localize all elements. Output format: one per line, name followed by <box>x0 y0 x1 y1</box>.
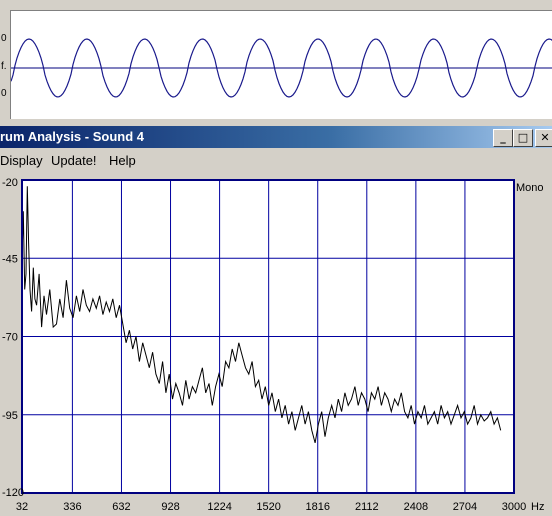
channel-label: Mono <box>516 182 544 194</box>
menu-display[interactable]: Display <box>0 153 43 168</box>
x-tick-label: 2112 <box>355 501 379 513</box>
waveform-plot <box>10 38 552 98</box>
x-tick-label: 3000 <box>502 501 526 513</box>
x-tick-label: 1224 <box>207 501 231 513</box>
y-tick-label: -45 <box>2 253 18 265</box>
spectrum-chart: -20 -45 -70 -95 -120 32 336 632 928 1224 1520 1816… <box>2 177 544 513</box>
x-tick-label: 1816 <box>305 501 329 513</box>
maximize-button[interactable]: □ <box>513 129 533 147</box>
y-tick-label: -95 <box>2 410 18 422</box>
x-tick-label: 2408 <box>404 501 428 513</box>
x-tick-label: 1520 <box>256 501 280 513</box>
waveform-ytick-top: 0 <box>1 33 7 44</box>
y-tick-label: -70 <box>2 332 18 344</box>
menu-update[interactable]: Update! <box>51 153 97 168</box>
waveform-window: 0 f. 0 <box>0 0 552 124</box>
x-axis-ticks: 32 336 632 928 1224 1520 1816 2112 2408 2704 3000 <box>16 501 526 513</box>
menu-help[interactable]: Help <box>109 153 136 168</box>
x-tick-label: 2704 <box>453 501 477 513</box>
spectrum-window: rum Analysis - Sound 4 _ □ ✕ Display Upd… <box>0 126 552 516</box>
menu-bar: Display Update! Help <box>0 150 552 170</box>
window-title: rum Analysis - Sound 4 <box>0 129 144 144</box>
close-button[interactable]: ✕ <box>535 129 552 147</box>
waveform-ytick-bottom: 0 <box>1 88 7 99</box>
waveform-ytick-mid: f. <box>1 61 7 72</box>
minimize-button[interactable]: _ <box>493 129 513 147</box>
waveform-panel <box>10 10 552 119</box>
x-axis-unit-label: Hz <box>531 501 544 513</box>
y-tick-label: -120 <box>2 487 24 499</box>
x-tick-label: 32 <box>16 501 28 513</box>
x-tick-label: 928 <box>161 501 179 513</box>
x-tick-label: 336 <box>63 501 81 513</box>
title-bar[interactable]: rum Analysis - Sound 4 _ □ ✕ <box>0 126 552 148</box>
x-tick-label: 632 <box>112 501 130 513</box>
y-axis-ticks: -20 -45 -70 -95 -120 <box>2 177 24 499</box>
y-tick-label: -20 <box>2 177 18 189</box>
